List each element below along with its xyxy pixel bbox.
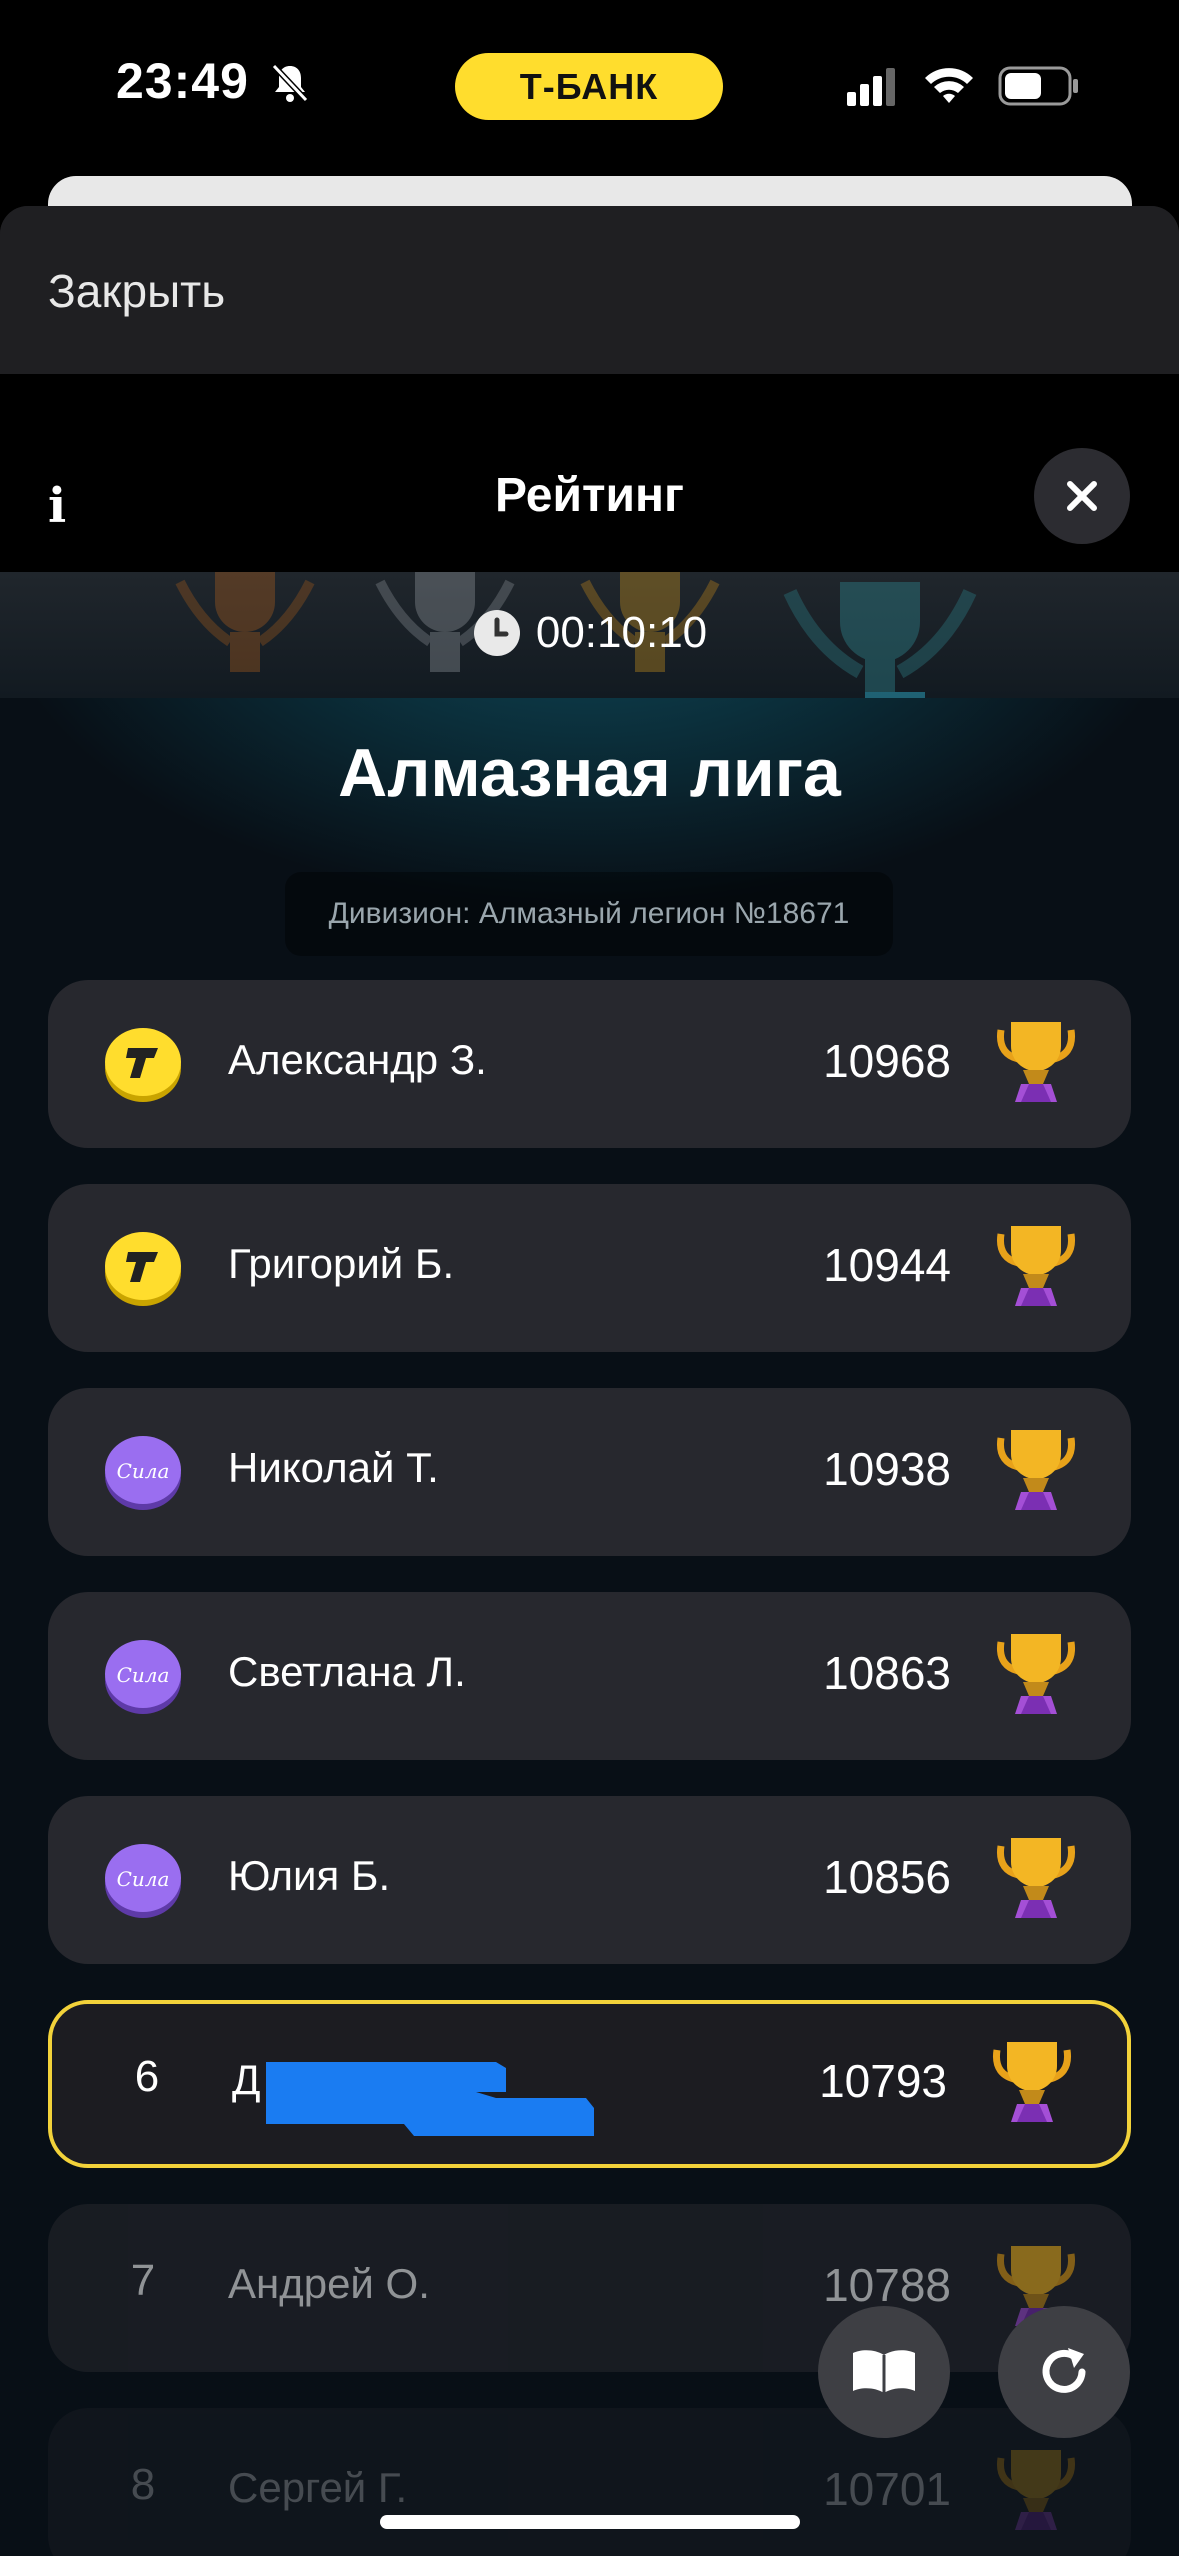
refresh-button[interactable] bbox=[998, 2306, 1130, 2438]
leaderboard-row[interactable]: Александр З. 10968 bbox=[48, 980, 1131, 1148]
division-label: Дивизион: Алмазный легион №18671 bbox=[285, 872, 893, 956]
redaction-scribble bbox=[266, 2062, 594, 2136]
refresh-icon bbox=[1042, 2348, 1086, 2393]
home-indicator[interactable] bbox=[380, 2515, 800, 2529]
tbank-coin-badge-icon bbox=[105, 1232, 181, 1306]
leaderboard-row[interactable]: Сила Светлана Л. 10863 bbox=[48, 1592, 1131, 1760]
rules-book-button[interactable] bbox=[818, 2306, 950, 2438]
player-rank: 7 bbox=[130, 2256, 156, 2305]
league-timer: 00:10:10 bbox=[0, 608, 1179, 658]
trophy-icon bbox=[996, 1430, 1076, 1510]
leaderboard-row[interactable]: Сила Юлия Б. 10856 bbox=[48, 1796, 1131, 1964]
player-rank: 6 bbox=[134, 2052, 160, 2101]
close-sheet-button[interactable]: Закрыть bbox=[48, 264, 225, 318]
carrier-pill[interactable]: Т-БАНК bbox=[455, 53, 723, 120]
trophy-icon bbox=[996, 1022, 1076, 1102]
book-icon bbox=[853, 2350, 915, 2393]
league-banner: 00:10:10 bbox=[0, 572, 1179, 698]
page-title: Рейтинг bbox=[494, 469, 685, 522]
tbank-coin-badge-icon bbox=[105, 1028, 181, 1102]
sila-coin-badge-icon: Сила bbox=[105, 1640, 181, 1714]
clock-icon bbox=[473, 610, 520, 656]
status-time: 23:49 bbox=[116, 53, 249, 109]
trophy-icon bbox=[996, 1634, 1076, 1714]
player-score: 10793 bbox=[819, 2055, 947, 2107]
rating-screen: i Рейтинг 00:10:10 Алмазная лига Дивизио… bbox=[0, 374, 1179, 2556]
trophy-icon bbox=[996, 2450, 1076, 2530]
player-name: Юлия Б. bbox=[228, 1852, 391, 1899]
player-score: 10863 bbox=[823, 1647, 951, 1699]
player-name: Александр З. bbox=[228, 1036, 487, 1083]
player-name: Николай Т. bbox=[228, 1444, 439, 1491]
close-icon bbox=[1067, 481, 1097, 511]
close-button[interactable] bbox=[1034, 448, 1130, 544]
mini-app-sheet: Закрыть i Рейтинг 00:10:10 Алмазная лига… bbox=[0, 206, 1179, 2556]
svg-text:Сила: Сила bbox=[117, 1867, 170, 1891]
player-score: 10944 bbox=[823, 1239, 951, 1291]
league-title: Алмазная лига bbox=[338, 735, 841, 811]
svg-text:Сила: Сила bbox=[117, 1663, 170, 1687]
trophy-icon bbox=[996, 1226, 1076, 1306]
player-rank: 8 bbox=[130, 2460, 156, 2509]
player-name: Светлана Л. bbox=[228, 1648, 466, 1695]
leaderboard-row[interactable]: 7 Андрей О. 10788 bbox=[48, 2204, 1131, 2372]
trophy-icon bbox=[992, 2042, 1072, 2122]
player-score: 10968 bbox=[823, 1035, 951, 1087]
leaderboard-row[interactable]: Григорий Б. 10944 bbox=[48, 1184, 1131, 1352]
player-name: Д bbox=[232, 2056, 261, 2103]
player-score: 10788 bbox=[823, 2259, 951, 2311]
svg-text:Сила: Сила bbox=[117, 1459, 170, 1483]
bell-muted-icon bbox=[271, 63, 309, 103]
player-score: 10701 bbox=[823, 2463, 951, 2515]
cellular-signal-icon bbox=[847, 68, 895, 106]
wifi-icon bbox=[925, 68, 973, 103]
leaderboard-row[interactable]: Сила Николай Т. 10938 bbox=[48, 1388, 1131, 1556]
player-name: Григорий Б. bbox=[228, 1240, 455, 1287]
status-bar: 23:49 Т-БАНК bbox=[0, 0, 1179, 170]
leaderboard-row[interactable]: 8 Сергей Г. 10701 bbox=[48, 2408, 1131, 2556]
timer-value: 00:10:10 bbox=[535, 608, 708, 657]
battery-icon bbox=[998, 66, 1078, 106]
trophy-icon bbox=[996, 1838, 1076, 1918]
sila-coin-badge-icon: Сила bbox=[105, 1436, 181, 1510]
leaderboard-row-current-user[interactable]: 6 Д 10793 bbox=[48, 2000, 1131, 2168]
player-name: Сергей Г. bbox=[228, 2464, 408, 2511]
player-score: 10938 bbox=[823, 1443, 951, 1495]
sila-coin-badge-icon: Сила bbox=[105, 1844, 181, 1918]
rating-header: i Рейтинг bbox=[0, 374, 1179, 572]
player-score: 10856 bbox=[823, 1851, 951, 1903]
player-name: Андрей О. bbox=[228, 2260, 430, 2307]
sheet-top-bar: Закрыть bbox=[0, 206, 1179, 374]
